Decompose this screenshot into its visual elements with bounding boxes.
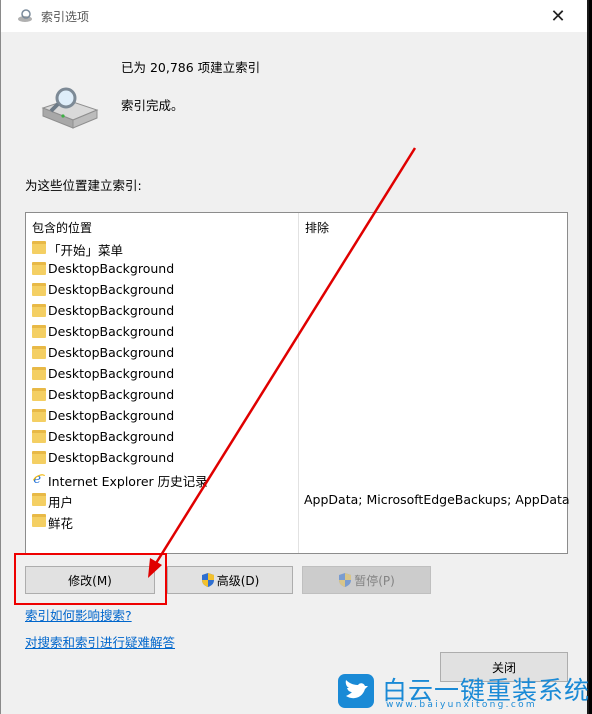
location-name: DesktopBackground	[48, 345, 175, 360]
location-name: DesktopBackground	[48, 408, 175, 423]
pause-button[interactable]: 暂停(P)	[302, 566, 431, 594]
location-row[interactable]: DesktopBackground	[26, 405, 567, 426]
location-row[interactable]: 用户 AppData; MicrosoftEdgeBackups; AppData	[26, 489, 570, 510]
folder-icon	[32, 283, 46, 296]
location-row[interactable]: DesktopBackground	[26, 447, 567, 468]
location-name: Internet Explorer 历史记录	[48, 474, 208, 489]
indexing-status-text: 索引完成。	[121, 98, 184, 113]
title-bar: 索引选项 ✕	[1, 0, 587, 32]
twitter-bird-icon	[338, 674, 374, 708]
uac-shield-icon	[201, 573, 214, 587]
hard-drive-magnifier-icon	[41, 87, 99, 129]
location-name: 用户	[48, 495, 74, 510]
how-indexing-affects-search-link[interactable]: 索引如何影响搜索?	[25, 605, 132, 624]
location-row[interactable]: DesktopBackground	[26, 300, 567, 321]
locations-label: 为这些位置建立索引:	[25, 178, 142, 193]
watermark-url-text: www.baiyunxitong.com	[386, 700, 537, 710]
location-exclusions: AppData; MicrosoftEdgeBackups; AppData	[304, 492, 570, 507]
folder-icon	[32, 325, 46, 338]
folder-icon	[32, 241, 46, 254]
pause-button-label: 暂停(P)	[354, 573, 395, 588]
location-row[interactable]: DesktopBackground	[26, 342, 567, 363]
folder-icon	[32, 388, 46, 401]
watermark-logo: 白云一键重装系统 www.baiyunxitong.com	[338, 670, 589, 714]
indexing-options-icon	[18, 9, 32, 22]
location-name: DesktopBackground	[48, 324, 175, 339]
location-row[interactable]: DesktopBackground	[26, 426, 567, 447]
annotation-highlight-box	[14, 553, 167, 605]
indexing-options-window: 索引选项 ✕ 已为 20,786 项建立索引 索引完成。 为这些位置建立索引: …	[0, 0, 589, 714]
folder-icon	[32, 451, 46, 464]
location-row[interactable]: DesktopBackground	[26, 384, 567, 405]
location-row[interactable]: DesktopBackground	[26, 363, 567, 384]
location-name: 鲜花	[48, 516, 74, 531]
location-name: DesktopBackground	[48, 429, 175, 444]
location-name: DesktopBackground	[48, 387, 175, 402]
folder-icon	[32, 262, 46, 275]
location-name: DesktopBackground	[48, 303, 175, 318]
location-name: DesktopBackground	[48, 261, 175, 276]
advanced-button[interactable]: 高级(D)	[167, 566, 293, 594]
window-title: 索引选项	[41, 10, 90, 24]
location-row[interactable]: e Internet Explorer 历史记录	[26, 468, 567, 489]
location-name: DesktopBackground	[48, 450, 175, 465]
folder-icon	[32, 430, 46, 443]
location-name: DesktopBackground	[48, 282, 175, 297]
folder-icon	[32, 409, 46, 422]
location-row[interactable]: 「开始」菜单	[26, 237, 567, 258]
folder-icon	[32, 304, 46, 317]
location-row[interactable]: DesktopBackground	[26, 279, 567, 300]
folder-icon	[32, 493, 46, 506]
folder-icon	[32, 514, 46, 527]
close-window-icon[interactable]: ✕	[535, 0, 581, 32]
indexed-count-text: 已为 20,786 项建立索引	[121, 60, 261, 75]
uac-shield-icon	[339, 573, 352, 587]
column-header-excluded[interactable]: 排除	[305, 219, 329, 236]
location-row[interactable]: 鲜花	[26, 510, 567, 531]
advanced-button-label: 高级(D)	[216, 573, 260, 588]
folder-icon	[32, 367, 46, 380]
internet-explorer-icon: e	[32, 472, 46, 485]
indexed-locations-list[interactable]: 包含的位置 排除 「开始」菜单 DesktopBackground DesktopB…	[25, 212, 570, 554]
location-row[interactable]: DesktopBackground	[26, 321, 567, 342]
location-row[interactable]: DesktopBackground	[26, 258, 567, 279]
location-name: DesktopBackground	[48, 366, 175, 381]
folder-icon	[32, 346, 46, 359]
troubleshoot-search-indexing-link[interactable]: 对搜索和索引进行疑难解答	[25, 632, 175, 651]
location-name: 「开始」菜单	[48, 243, 124, 258]
column-header-included[interactable]: 包含的位置	[32, 219, 92, 236]
